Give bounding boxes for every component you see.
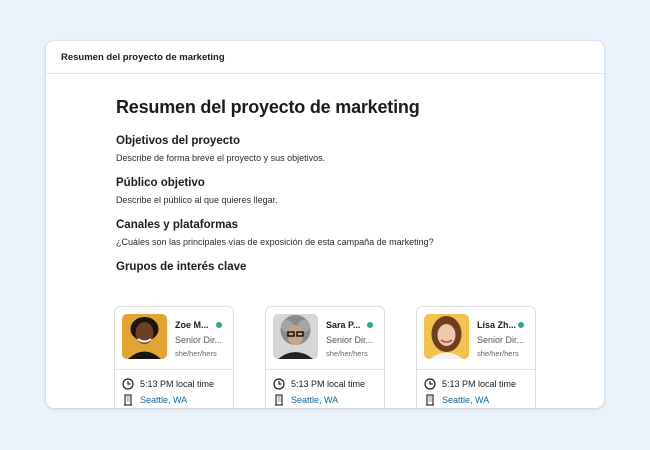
- clock-icon: [122, 378, 134, 390]
- stakeholders-heading[interactable]: Grupos de interés clave: [116, 261, 576, 273]
- window-header: Resumen del proyecto de marketing: [46, 41, 604, 74]
- card-header: Sara P... Senior Dir... she/her/hers: [266, 307, 384, 370]
- stakeholder-name[interactable]: Sara P...: [326, 320, 360, 330]
- location-row: Seattle, WA: [122, 394, 187, 406]
- canvas-window: Resumen del proyecto de marketing Resume…: [46, 41, 604, 408]
- section-channels: Canales y plataformas ¿Cuáles son las pr…: [116, 219, 576, 247]
- section-text[interactable]: ¿Cuáles son las principales vías de expo…: [116, 237, 576, 247]
- section-text[interactable]: Describe el público al que quieres llega…: [116, 195, 576, 205]
- building-icon: [275, 394, 283, 406]
- local-time: 5:13 PM local time: [291, 379, 366, 389]
- stakeholder-title: Senior Dir...: [326, 335, 374, 345]
- section-objectives: Objetivos del proyecto Describe de forma…: [116, 135, 576, 163]
- location-link[interactable]: Seattle, WA: [442, 395, 489, 405]
- stakeholder-pronouns: she/her/hers: [175, 349, 217, 358]
- section-audience: Público objetivo Describe el público al …: [116, 177, 576, 205]
- local-time-row: 5:13 PM local time: [273, 378, 365, 390]
- stakeholder-name[interactable]: Lisa Zh...: [477, 320, 516, 330]
- local-time-row: 5:13 PM local time: [424, 378, 516, 390]
- stakeholder-name[interactable]: Zoe M...: [175, 320, 209, 330]
- building-icon: [124, 394, 132, 406]
- stakeholder-pronouns: she/her/hers: [326, 349, 368, 358]
- presence-indicator: [367, 322, 373, 328]
- presence-indicator: [518, 322, 524, 328]
- stakeholder-pronouns: she/her/hers: [477, 349, 519, 358]
- avatar[interactable]: [273, 314, 318, 359]
- local-time: 5:13 PM local time: [442, 379, 517, 389]
- stakeholder-card[interactable]: Lisa Zh... Senior Dir... she/her/hers 5:…: [416, 306, 536, 408]
- stakeholder-title: Senior Dir...: [175, 335, 223, 345]
- section-text[interactable]: Describe de forma breve el proyecto y su…: [116, 153, 576, 163]
- page-title[interactable]: Resumen del proyecto de marketing: [116, 97, 576, 118]
- stakeholder-card[interactable]: Sara P... Senior Dir... she/her/hers 5:1…: [265, 306, 385, 408]
- location-row: Seattle, WA: [273, 394, 338, 406]
- window-title: Resumen del proyecto de marketing: [61, 51, 225, 63]
- presence-indicator: [216, 322, 222, 328]
- clock-icon: [424, 378, 436, 390]
- stakeholder-card[interactable]: Zoe M... Senior Dir... she/her/hers 5:13…: [114, 306, 234, 408]
- local-time: 5:13 PM local time: [140, 379, 215, 389]
- building-icon: [426, 394, 434, 406]
- location-link[interactable]: Seattle, WA: [291, 395, 338, 405]
- document-body: Resumen del proyecto de marketing Objeti…: [116, 97, 576, 286]
- section-heading[interactable]: Público objetivo: [116, 177, 576, 189]
- avatar[interactable]: [122, 314, 167, 359]
- location-link[interactable]: Seattle, WA: [140, 395, 187, 405]
- avatar[interactable]: [424, 314, 469, 359]
- local-time-row: 5:13 PM local time: [122, 378, 214, 390]
- location-row: Seattle, WA: [424, 394, 489, 406]
- section-heading[interactable]: Canales y plataformas: [116, 219, 576, 231]
- clock-icon: [273, 378, 285, 390]
- stakeholder-title: Senior Dir...: [477, 335, 525, 345]
- card-header: Lisa Zh... Senior Dir... she/her/hers: [417, 307, 535, 370]
- card-header: Zoe M... Senior Dir... she/her/hers: [115, 307, 233, 370]
- section-heading[interactable]: Objetivos del proyecto: [116, 135, 576, 147]
- stakeholder-cards: Zoe M... Senior Dir... she/her/hers 5:13…: [114, 306, 594, 408]
